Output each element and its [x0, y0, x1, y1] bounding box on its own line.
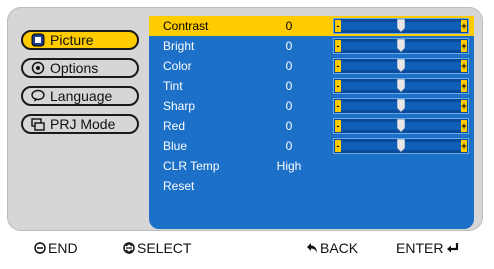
setting-row-color[interactable]: Color 0- +	[149, 56, 474, 76]
select-hint[interactable]: SELECT	[123, 240, 191, 256]
setting-label: Sharp	[163, 99, 196, 113]
setting-row-reset[interactable]: Reset	[149, 176, 474, 196]
setting-value: 0	[285, 59, 293, 73]
slider-minus-marker: -	[335, 60, 341, 72]
slider-thumb[interactable]	[396, 118, 406, 133]
menu-item-label: Options	[50, 60, 99, 76]
menu-item-prj-mode[interactable]: PRJ Mode	[21, 114, 139, 134]
setting-label: Bright	[163, 39, 195, 53]
setting-row-red[interactable]: Red 0- +	[149, 116, 474, 136]
slider-minus-marker: -	[335, 40, 341, 52]
enter-hint[interactable]: ENTER	[396, 240, 462, 256]
setting-slider[interactable]: - +	[333, 18, 469, 34]
slider-thumb[interactable]	[396, 78, 406, 93]
menu-item-options[interactable]: Options	[21, 58, 139, 78]
setting-value: 0	[285, 19, 293, 33]
setting-value: 0	[285, 99, 293, 113]
setting-label: Tint	[163, 79, 183, 93]
slider-thumb[interactable]	[396, 138, 406, 153]
slider-plus-marker: +	[461, 120, 467, 132]
picture-icon	[31, 33, 45, 47]
back-label: BACK	[320, 240, 359, 256]
setting-label: CLR Temp	[163, 159, 220, 173]
setting-slider[interactable]: - +	[333, 78, 469, 94]
settings-panel: Contrast 0- + Bright 0- + Color 0- + Tint 0- + Sharp…	[149, 16, 474, 229]
slider-minus-marker: -	[335, 20, 341, 32]
setting-slider[interactable]: - +	[333, 138, 469, 154]
options-icon	[31, 61, 45, 75]
menu-item-picture[interactable]: Picture	[21, 30, 139, 50]
setting-row-contrast[interactable]: Contrast 0- +	[149, 16, 474, 36]
setting-slider[interactable]: - +	[333, 118, 469, 134]
footer-hints: END SELECT BACK ENTER	[0, 240, 494, 260]
slider-thumb[interactable]	[396, 38, 406, 53]
setting-slider[interactable]: - +	[333, 58, 469, 74]
enter-label: ENTER	[396, 240, 444, 256]
setting-row-sharp[interactable]: Sharp 0- +	[149, 96, 474, 116]
slider-plus-marker: +	[461, 100, 467, 112]
end-hint[interactable]: END	[34, 240, 78, 256]
setting-value: 0	[285, 139, 293, 153]
setting-value: 0	[285, 39, 293, 53]
setting-label: Contrast	[163, 19, 209, 33]
slider-minus-marker: -	[335, 100, 341, 112]
slider-plus-marker: +	[461, 40, 467, 52]
setting-row-clr-temp[interactable]: CLR Temp High	[149, 156, 474, 176]
prj-mode-icon	[31, 117, 45, 131]
menu-item-label: Picture	[50, 32, 94, 48]
slider-thumb[interactable]	[396, 58, 406, 73]
select-label: SELECT	[137, 240, 192, 256]
setting-row-blue[interactable]: Blue 0- +	[149, 136, 474, 156]
slider-plus-marker: +	[461, 80, 467, 92]
setting-row-tint[interactable]: Tint 0- +	[149, 76, 474, 96]
setting-label: Color	[163, 59, 192, 73]
setting-row-bright[interactable]: Bright 0- +	[149, 36, 474, 56]
slider-thumb[interactable]	[396, 98, 406, 113]
setting-label: Reset	[163, 179, 195, 193]
slider-thumb[interactable]	[396, 18, 406, 33]
slider-minus-marker: -	[335, 140, 341, 152]
menu-item-label: PRJ Mode	[50, 116, 116, 132]
setting-slider[interactable]: - +	[333, 38, 469, 54]
slider-plus-marker: +	[461, 140, 467, 152]
setting-slider[interactable]: - +	[333, 98, 469, 114]
menu-item-label: Language	[50, 88, 113, 104]
slider-minus-marker: -	[335, 120, 341, 132]
end-label: END	[48, 240, 78, 256]
select-button-icon	[123, 242, 135, 254]
slider-plus-marker: +	[461, 20, 467, 32]
slider-minus-marker: -	[335, 80, 341, 92]
enter-return-icon	[446, 242, 460, 254]
slider-plus-marker: +	[461, 60, 467, 72]
setting-value: High	[276, 159, 302, 173]
menu-item-language[interactable]: Language	[21, 86, 139, 106]
end-button-icon	[34, 242, 46, 254]
setting-label: Red	[163, 119, 186, 133]
language-icon	[31, 89, 45, 103]
setting-label: Blue	[163, 139, 188, 153]
back-hint[interactable]: BACK	[306, 240, 358, 256]
back-arrow-icon	[306, 242, 318, 254]
setting-value: 0	[285, 79, 293, 93]
setting-value: 0	[285, 119, 293, 133]
